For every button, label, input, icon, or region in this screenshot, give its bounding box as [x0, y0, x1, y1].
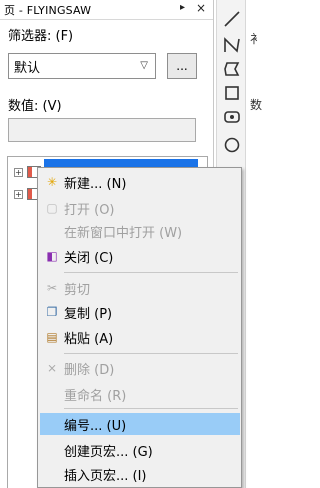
line-tool-icon[interactable] [223, 10, 241, 28]
polygon-tool-icon[interactable] [223, 60, 241, 78]
right-panel-char: 数 [250, 98, 263, 112]
new-star-icon: ✳ [46, 175, 58, 189]
filter-selected-value: 默认 [14, 60, 41, 76]
scissors-icon: ✂ [46, 281, 58, 295]
pin-icon[interactable]: ▸ [180, 2, 185, 13]
menu-separator [64, 408, 238, 409]
filter-label: 筛选器: (F) [8, 29, 74, 44]
panel-title: 页 - FLYINGSAW [4, 3, 92, 17]
delete-icon: ⨯ [46, 361, 58, 375]
close-icon[interactable]: × [196, 1, 206, 15]
menu-item-open[interactable]: ▢ 打开 (O) [40, 197, 240, 219]
copy-icon: ❐ [46, 305, 58, 319]
paste-icon: ▤ [46, 330, 58, 344]
circle-tool-icon[interactable] [223, 136, 241, 154]
filter-browse-button[interactable]: ... [167, 53, 197, 79]
right-panel-char: 衤 [250, 32, 263, 46]
menu-item-number[interactable]: 编号... (U) [40, 413, 240, 435]
menu-item-paste[interactable]: ▤ 粘贴 (A) [40, 326, 240, 348]
panel-title-bar: 页 - FLYINGSAW ▸ × [0, 0, 214, 20]
expand-icon[interactable]: + [14, 167, 23, 177]
menu-item-copy[interactable]: ❐ 复制 (P) [40, 301, 240, 323]
menu-item-delete[interactable]: ⨯ 删除 (D) [40, 357, 240, 379]
rectangle-tool-icon[interactable] [223, 84, 241, 102]
menu-item-close[interactable]: ◧ 关闭 (C) [40, 245, 240, 267]
menu-separator [64, 272, 238, 273]
menu-item-rename[interactable]: 重命名 (R) [40, 383, 240, 405]
menu-item-new[interactable]: ✳ 新建... (N) [40, 171, 240, 193]
menu-item-cut[interactable]: ✂ 剪切 [40, 277, 240, 299]
expand-icon[interactable]: + [14, 189, 23, 199]
right-panel: 衤 数 [247, 0, 262, 488]
chevron-down-icon: ▽ [140, 60, 148, 71]
menu-separator [64, 353, 238, 354]
filter-select[interactable]: 默认 ▽ [8, 53, 156, 79]
menu-item-insert-page-macro[interactable]: 插入页宏... (I) [40, 463, 240, 485]
value-field[interactable] [8, 118, 196, 142]
open-icon: ▢ [46, 201, 58, 215]
value-label: 数值: (V) [8, 99, 62, 114]
rounded-rect-tool-icon[interactable] [223, 108, 241, 126]
close-page-icon: ◧ [46, 249, 58, 263]
menu-item-create-page-macro[interactable]: 创建页宏... (G) [40, 439, 240, 461]
menu-item-open-new-window[interactable]: 在新窗口中打开 (W) [40, 220, 240, 242]
context-menu: ✳ 新建... (N) ▢ 打开 (O) 在新窗口中打开 (W) ◧ 关闭 (C… [37, 167, 242, 488]
polyline-tool-icon[interactable] [223, 36, 241, 54]
